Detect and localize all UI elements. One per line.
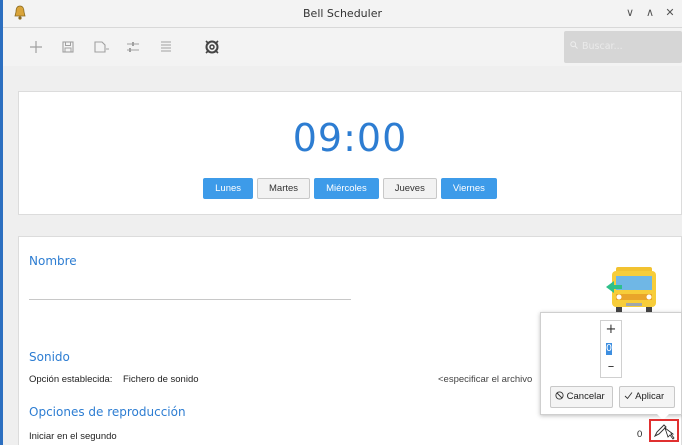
sound-option-value[interactable]: Fichero de sonido	[123, 374, 199, 385]
day-toggle-viernes[interactable]: Viernes	[440, 178, 497, 199]
spinbox-value[interactable]: 0	[606, 343, 612, 355]
edit-start-second-button[interactable]	[649, 419, 679, 442]
sound-section-title: Sonido	[29, 350, 70, 364]
window-title: Bell Scheduler	[303, 7, 382, 20]
cancel-button[interactable]: Cancelar	[550, 386, 613, 408]
apply-label: Aplicar	[635, 391, 665, 402]
sound-file-field[interactable]: <especificar el archivo	[438, 374, 532, 385]
maximize-button[interactable]: ∧	[643, 6, 657, 19]
title-bar: Bell Scheduler ∨ ∧ ✕	[3, 0, 682, 28]
day-toggle-jueves[interactable]: Jueves	[382, 178, 437, 199]
alarm-time[interactable]: 09:00	[19, 116, 681, 160]
start-second-label: Iniciar en el segundo	[29, 431, 117, 442]
second-spinbox[interactable]: + 0 –	[600, 320, 622, 378]
bell-scheduler-window: Bell Scheduler ∨ ∧ ✕ Buscar... 09:00 Lun…	[0, 0, 682, 445]
day-toggle-miercoles[interactable]: Miércoles	[314, 178, 379, 199]
apply-button[interactable]: Aplicar	[619, 386, 675, 408]
search-input[interactable]: Buscar...	[564, 31, 682, 63]
add-icon[interactable]	[27, 38, 45, 56]
name-section-title: Nombre	[29, 254, 77, 268]
close-button[interactable]: ✕	[663, 6, 677, 19]
start-second-popover: + 0 – Cancelar Aplicar	[540, 312, 682, 415]
weekday-selector: Lunes Martes Miércoles Jueves Viernes	[19, 178, 681, 199]
minimize-button[interactable]: ∨	[623, 6, 637, 19]
sound-option-label: Opción establecida:	[29, 374, 113, 385]
sliders-icon[interactable]	[124, 38, 142, 56]
increment-button[interactable]: +	[601, 322, 621, 337]
lifebuoy-icon[interactable]	[203, 38, 221, 56]
add-document-icon[interactable]	[91, 38, 109, 56]
cancel-icon	[555, 391, 564, 400]
cancel-label: Cancelar	[566, 391, 605, 402]
toolbar: Buscar...	[3, 28, 682, 66]
start-second-value: 0	[637, 429, 643, 440]
day-toggle-lunes[interactable]: Lunes	[203, 178, 254, 199]
pencil-icon	[653, 424, 675, 440]
day-toggle-martes[interactable]: Martes	[257, 178, 311, 199]
search-icon	[570, 41, 578, 49]
playback-section-title: Opciones de reproducción	[29, 405, 186, 419]
checkmark-icon	[624, 392, 633, 400]
alarm-summary-card: 09:00 Lunes Martes Miércoles Jueves Vier…	[18, 91, 682, 215]
decrement-button[interactable]: –	[601, 359, 621, 374]
save-icon[interactable]	[59, 38, 77, 56]
name-input[interactable]	[29, 299, 351, 300]
bus-image	[606, 267, 656, 315]
search-placeholder: Buscar...	[582, 41, 623, 52]
list-icon[interactable]	[157, 38, 175, 56]
